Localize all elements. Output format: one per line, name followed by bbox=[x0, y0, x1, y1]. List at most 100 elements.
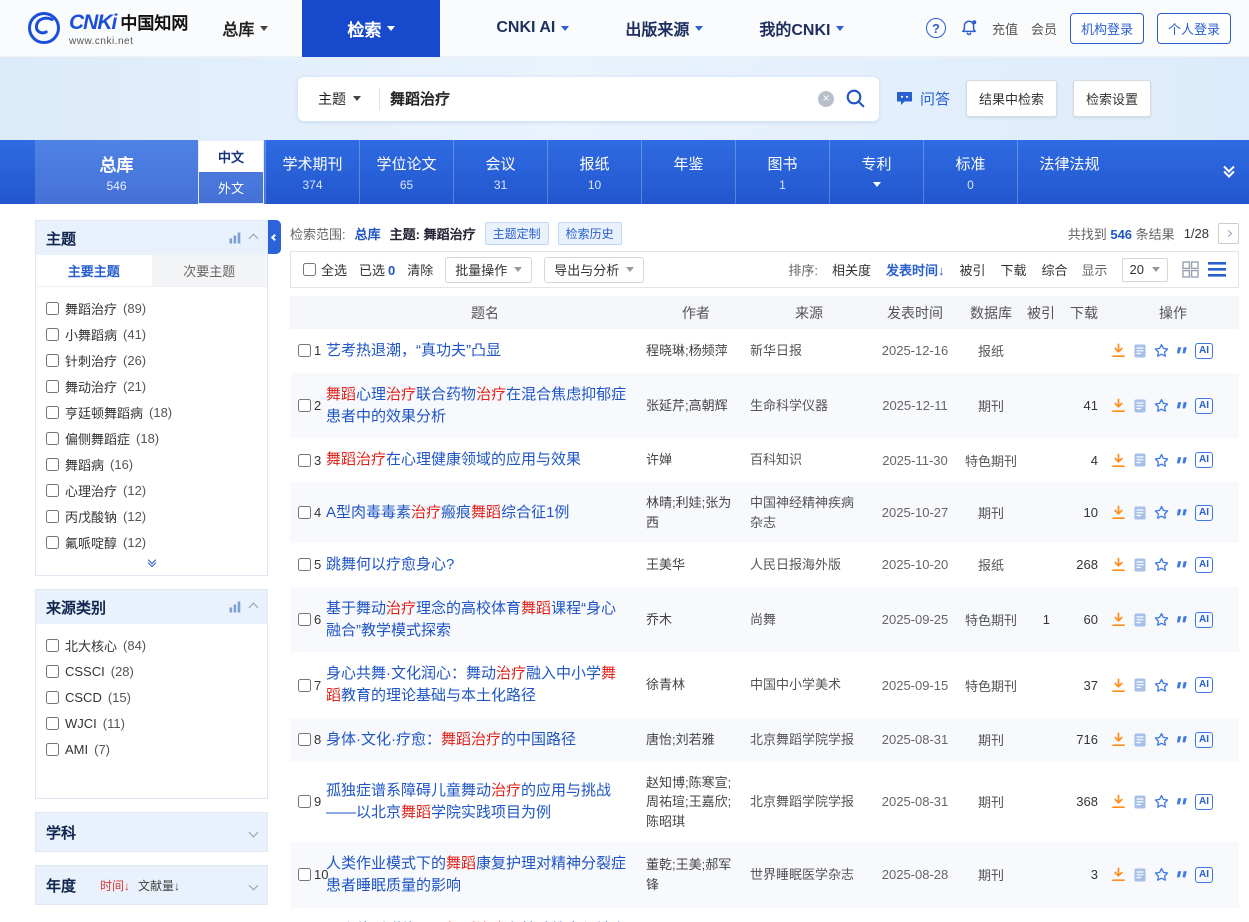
search-in-results-button[interactable]: 结果中检索 bbox=[966, 80, 1057, 117]
download-icon[interactable] bbox=[1110, 556, 1127, 573]
favorite-icon[interactable] bbox=[1153, 793, 1170, 810]
ai-icon[interactable]: AI bbox=[1195, 452, 1213, 468]
filter-item[interactable]: 舞蹈治疗 (89) bbox=[46, 295, 257, 321]
result-title-link[interactable]: 人类作业模式下的舞蹈康复护理对精神分裂症患者睡眠质量的影响 bbox=[326, 853, 628, 897]
filter-item[interactable]: 丙戊酸钠 (12) bbox=[46, 503, 257, 529]
filter-item[interactable]: AMI (7) bbox=[46, 736, 257, 762]
collapse-icon[interactable] bbox=[249, 602, 259, 612]
result-authors[interactable]: 王美华 bbox=[644, 555, 748, 575]
ai-icon[interactable]: AI bbox=[1195, 794, 1213, 810]
result-authors[interactable]: 张延芹;高朝辉 bbox=[644, 396, 748, 416]
row-checkbox[interactable] bbox=[298, 506, 311, 519]
result-title-link[interactable]: 舞蹈治疗在心理健康领域的应用与效果 bbox=[326, 449, 628, 471]
download-icon[interactable] bbox=[1110, 504, 1127, 521]
filter-checkbox[interactable] bbox=[46, 458, 59, 471]
row-checkbox[interactable] bbox=[298, 795, 311, 808]
clear-search-icon[interactable]: × bbox=[818, 91, 834, 107]
nav-tab-cnki-ai[interactable]: CNKI AI bbox=[496, 19, 569, 37]
result-source[interactable]: 世界睡眠医学杂志 bbox=[748, 865, 870, 885]
ai-icon[interactable]: AI bbox=[1195, 505, 1213, 521]
filter-item[interactable]: WJCI (11) bbox=[46, 710, 257, 736]
result-authors[interactable]: 董乾;王美;郝军锋 bbox=[644, 855, 748, 894]
expand-icon[interactable] bbox=[249, 827, 259, 837]
row-checkbox[interactable] bbox=[298, 558, 311, 571]
result-authors[interactable]: 程晓琳;杨频萍 bbox=[644, 341, 748, 361]
row-checkbox[interactable] bbox=[298, 733, 311, 746]
source-category-header[interactable]: 来源类别 bbox=[36, 590, 267, 624]
db-tab[interactable]: 标准 0 bbox=[923, 140, 1017, 204]
cnki-logo[interactable]: CNKi 中国知网 www.cnki.net bbox=[0, 9, 188, 47]
ai-icon[interactable]: AI bbox=[1195, 732, 1213, 748]
read-icon[interactable] bbox=[1132, 343, 1148, 359]
db-tab-total[interactable]: 总库 546 中文 外文 bbox=[35, 140, 265, 204]
read-icon[interactable] bbox=[1132, 398, 1148, 414]
db-tab[interactable]: 法律法规 bbox=[1017, 140, 1121, 204]
result-authors[interactable]: 赵知博;陈寒宣;周祐瑄;王嘉欣;陈昭琪 bbox=[644, 773, 748, 832]
read-icon[interactable] bbox=[1132, 557, 1148, 573]
cite-icon[interactable] bbox=[1175, 557, 1190, 572]
filter-checkbox[interactable] bbox=[46, 328, 59, 341]
download-icon[interactable] bbox=[1110, 452, 1127, 469]
db-switch-dropdown[interactable]: 总库 bbox=[222, 16, 268, 40]
filter-checkbox[interactable] bbox=[46, 639, 59, 652]
topic-custom-badge[interactable]: 主题定制 bbox=[485, 222, 549, 245]
row-checkbox[interactable] bbox=[298, 454, 311, 467]
row-checkbox[interactable] bbox=[298, 399, 311, 412]
sidebar-collapse-handle[interactable] bbox=[268, 220, 281, 254]
tab-secondary-topic[interactable]: 次要主题 bbox=[152, 255, 268, 286]
db-tab[interactable]: 学术期刊 374 bbox=[265, 140, 359, 204]
read-icon[interactable] bbox=[1132, 732, 1148, 748]
subject-panel-header[interactable]: 学科 bbox=[36, 813, 267, 851]
cite-icon[interactable] bbox=[1175, 398, 1190, 413]
year-sort-volume[interactable]: 文献量↓ bbox=[138, 877, 180, 894]
topic-panel-header[interactable]: 主题 bbox=[36, 221, 267, 255]
result-source[interactable]: 百科知识 bbox=[748, 450, 870, 470]
sort-option[interactable]: 被引 bbox=[959, 260, 985, 279]
favorite-icon[interactable] bbox=[1153, 556, 1170, 573]
result-title-link[interactable]: 跳舞何以疗愈身心? bbox=[326, 554, 628, 576]
sort-option[interactable]: 发表时间↓ bbox=[886, 260, 945, 279]
scope-value-link[interactable]: 总库 bbox=[355, 224, 381, 243]
filter-item[interactable]: CSCD (15) bbox=[46, 684, 257, 710]
filter-checkbox[interactable] bbox=[46, 432, 59, 445]
next-page-button[interactable] bbox=[1218, 223, 1239, 244]
db-tab[interactable]: 图书 1 bbox=[735, 140, 829, 204]
read-icon[interactable] bbox=[1132, 867, 1148, 883]
row-checkbox[interactable] bbox=[298, 868, 311, 881]
help-icon[interactable]: ? bbox=[926, 18, 946, 38]
page-size-select[interactable]: 20 bbox=[1122, 258, 1168, 282]
cite-icon[interactable] bbox=[1175, 453, 1190, 468]
filter-item[interactable]: 针刺治疗 (26) bbox=[46, 347, 257, 373]
result-authors[interactable]: 乔木 bbox=[644, 610, 748, 630]
sort-bars-icon[interactable] bbox=[229, 601, 242, 613]
download-icon[interactable] bbox=[1110, 611, 1127, 628]
sort-bars-icon[interactable] bbox=[229, 232, 242, 244]
result-title-link[interactable]: 基于舞动治疗理念的高校体育舞蹈课程“身心融合”教学模式探索 bbox=[326, 598, 628, 642]
result-source[interactable]: 中国中小学美术 bbox=[748, 675, 870, 695]
favorite-icon[interactable] bbox=[1153, 342, 1170, 359]
result-title-link[interactable]: A型肉毒毒素治疗瘢痕舞蹈综合征1例 bbox=[326, 502, 628, 524]
filter-checkbox[interactable] bbox=[46, 406, 59, 419]
result-title-link[interactable]: 舞蹈心理治疗联合药物治疗在混合焦虑抑郁症患者中的效果分析 bbox=[326, 384, 628, 428]
search-icon[interactable] bbox=[844, 87, 867, 110]
filter-checkbox[interactable] bbox=[46, 302, 59, 315]
ai-icon[interactable]: AI bbox=[1195, 343, 1213, 359]
download-icon[interactable] bbox=[1110, 677, 1127, 694]
sort-option[interactable]: 综合 bbox=[1042, 260, 1068, 279]
filter-item[interactable]: 舞动治疗 (21) bbox=[46, 373, 257, 399]
search-field-selector[interactable]: 主题 bbox=[310, 89, 369, 109]
read-icon[interactable] bbox=[1132, 505, 1148, 521]
cite-icon[interactable] bbox=[1175, 732, 1190, 747]
collapse-icon[interactable] bbox=[249, 233, 259, 243]
filter-checkbox[interactable] bbox=[46, 510, 59, 523]
recharge-link[interactable]: 充值 bbox=[992, 19, 1018, 38]
row-checkbox[interactable] bbox=[298, 679, 311, 692]
filter-item[interactable]: 舞蹈病 (16) bbox=[46, 451, 257, 477]
qa-button[interactable]: 问答 bbox=[895, 88, 950, 109]
favorite-icon[interactable] bbox=[1153, 731, 1170, 748]
org-login-button[interactable]: 机构登录 bbox=[1070, 13, 1144, 44]
result-authors[interactable]: 许婵 bbox=[644, 450, 748, 470]
result-title-link[interactable]: 身心共舞·文化润心：舞动治疗融入中小学舞蹈教育的理论基础与本土化路径 bbox=[326, 663, 628, 707]
notification-bell-icon[interactable] bbox=[959, 18, 979, 38]
read-icon[interactable] bbox=[1132, 677, 1148, 693]
